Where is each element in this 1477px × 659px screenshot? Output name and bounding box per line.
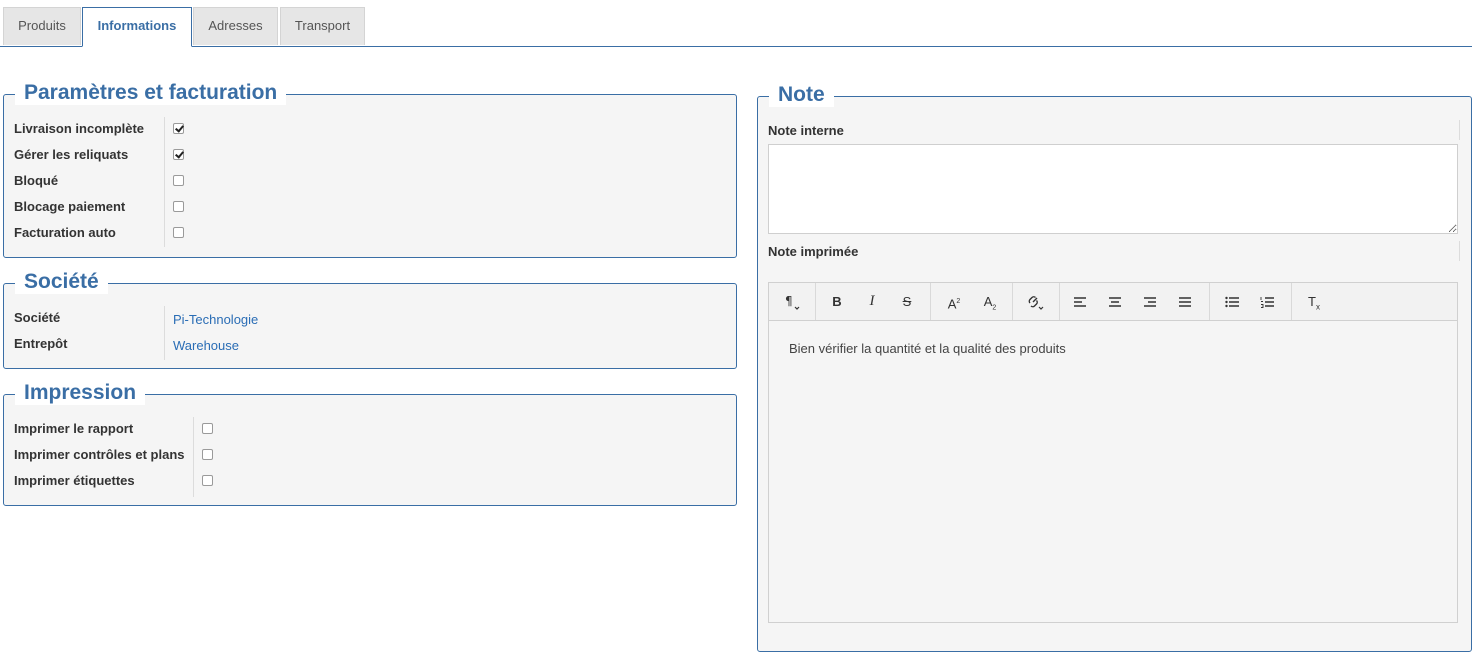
imprimer-rapport-label: Imprimer le rapport xyxy=(14,421,134,436)
toolbar-divider xyxy=(1291,283,1292,320)
note-title: Note xyxy=(769,83,834,107)
gerer-reliquats-checkbox[interactable] xyxy=(173,149,184,160)
numbered-list-icon[interactable] xyxy=(1250,283,1284,320)
paragraph-icon[interactable]: ¶ xyxy=(775,283,809,320)
field-divider xyxy=(1459,241,1460,261)
societe-label: Société xyxy=(14,310,61,325)
blocage-paiement-checkbox[interactable] xyxy=(173,201,184,212)
align-justify-icon[interactable] xyxy=(1168,283,1202,320)
imprimer-etiquettes-label: Imprimer étiquettes xyxy=(14,473,135,488)
toolbar-divider xyxy=(930,283,931,320)
impression-title: Impression xyxy=(15,381,146,405)
clear-format-icon[interactable]: Tx xyxy=(1297,283,1331,320)
align-left-icon[interactable] xyxy=(1063,283,1097,320)
bloque-checkbox[interactable] xyxy=(173,175,184,186)
align-right-icon[interactable] xyxy=(1133,283,1167,320)
column-divider xyxy=(193,417,194,497)
parametres-facturation-title: Paramètres et facturation xyxy=(15,81,287,105)
toolbar-divider xyxy=(1059,283,1060,320)
tab-informations[interactable]: Informations xyxy=(82,7,192,47)
strikethrough-icon[interactable]: S xyxy=(890,283,924,320)
livraison-incomplete-label: Livraison incomplète xyxy=(14,121,145,136)
note-imprimee-content[interactable]: Bien vérifier la quantité et la qualité … xyxy=(789,341,1066,356)
tab-bar: Produits Informations Adresses Transport xyxy=(0,0,1472,47)
imprimer-etiquettes-checkbox[interactable] xyxy=(202,475,213,486)
bullet-list-icon[interactable] xyxy=(1215,283,1249,320)
note-imprimee-label: Note imprimée xyxy=(768,244,859,259)
societe-link[interactable]: Pi-Technologie xyxy=(173,312,258,327)
entrepot-link[interactable]: Warehouse xyxy=(173,338,239,353)
facturation-auto-checkbox[interactable] xyxy=(173,227,184,238)
societe-title: Société xyxy=(15,270,108,294)
impression-fieldset: Impression Imprimer le rapport Imprimer … xyxy=(3,381,737,506)
note-imprimee-editor[interactable]: ¶ B I S A2 A2 Tx Bien vérifier la quanti… xyxy=(768,282,1458,623)
tab-adresses[interactable]: Adresses xyxy=(193,7,278,45)
italic-icon[interactable]: I xyxy=(855,283,889,320)
livraison-incomplete-checkbox[interactable] xyxy=(173,123,184,134)
note-interne-textarea[interactable] xyxy=(768,144,1458,234)
imprimer-controles-label: Imprimer contrôles et plans xyxy=(14,447,185,462)
toolbar-divider xyxy=(815,283,816,320)
societe-fieldset: Société Société Pi-Technologie Entrepôt … xyxy=(3,270,737,369)
link-icon[interactable] xyxy=(1019,283,1053,320)
bloque-label: Bloqué xyxy=(14,173,59,188)
toolbar-divider xyxy=(1209,283,1210,320)
bold-icon[interactable]: B xyxy=(820,283,854,320)
column-divider xyxy=(164,117,165,247)
gerer-reliquats-label: Gérer les reliquats xyxy=(14,147,129,162)
column-divider xyxy=(164,306,165,360)
superscript-icon[interactable]: A2 xyxy=(937,283,971,320)
imprimer-rapport-checkbox[interactable] xyxy=(202,423,213,434)
tab-transport[interactable]: Transport xyxy=(280,7,365,45)
subscript-icon[interactable]: A2 xyxy=(973,283,1007,320)
parametres-facturation-fieldset: Paramètres et facturation Livraison inco… xyxy=(3,81,737,258)
tab-produits[interactable]: Produits xyxy=(3,7,81,45)
svg-text:¶: ¶ xyxy=(785,294,793,308)
toolbar-divider xyxy=(1012,283,1013,320)
entrepot-label: Entrepôt xyxy=(14,336,68,351)
blocage-paiement-label: Blocage paiement xyxy=(14,199,126,214)
imprimer-controles-checkbox[interactable] xyxy=(202,449,213,460)
editor-toolbar: ¶ B I S A2 A2 Tx xyxy=(769,283,1457,321)
note-interne-label: Note interne xyxy=(768,123,844,138)
facturation-auto-label: Facturation auto xyxy=(14,225,116,240)
align-center-icon[interactable] xyxy=(1098,283,1132,320)
field-divider xyxy=(1459,120,1460,140)
